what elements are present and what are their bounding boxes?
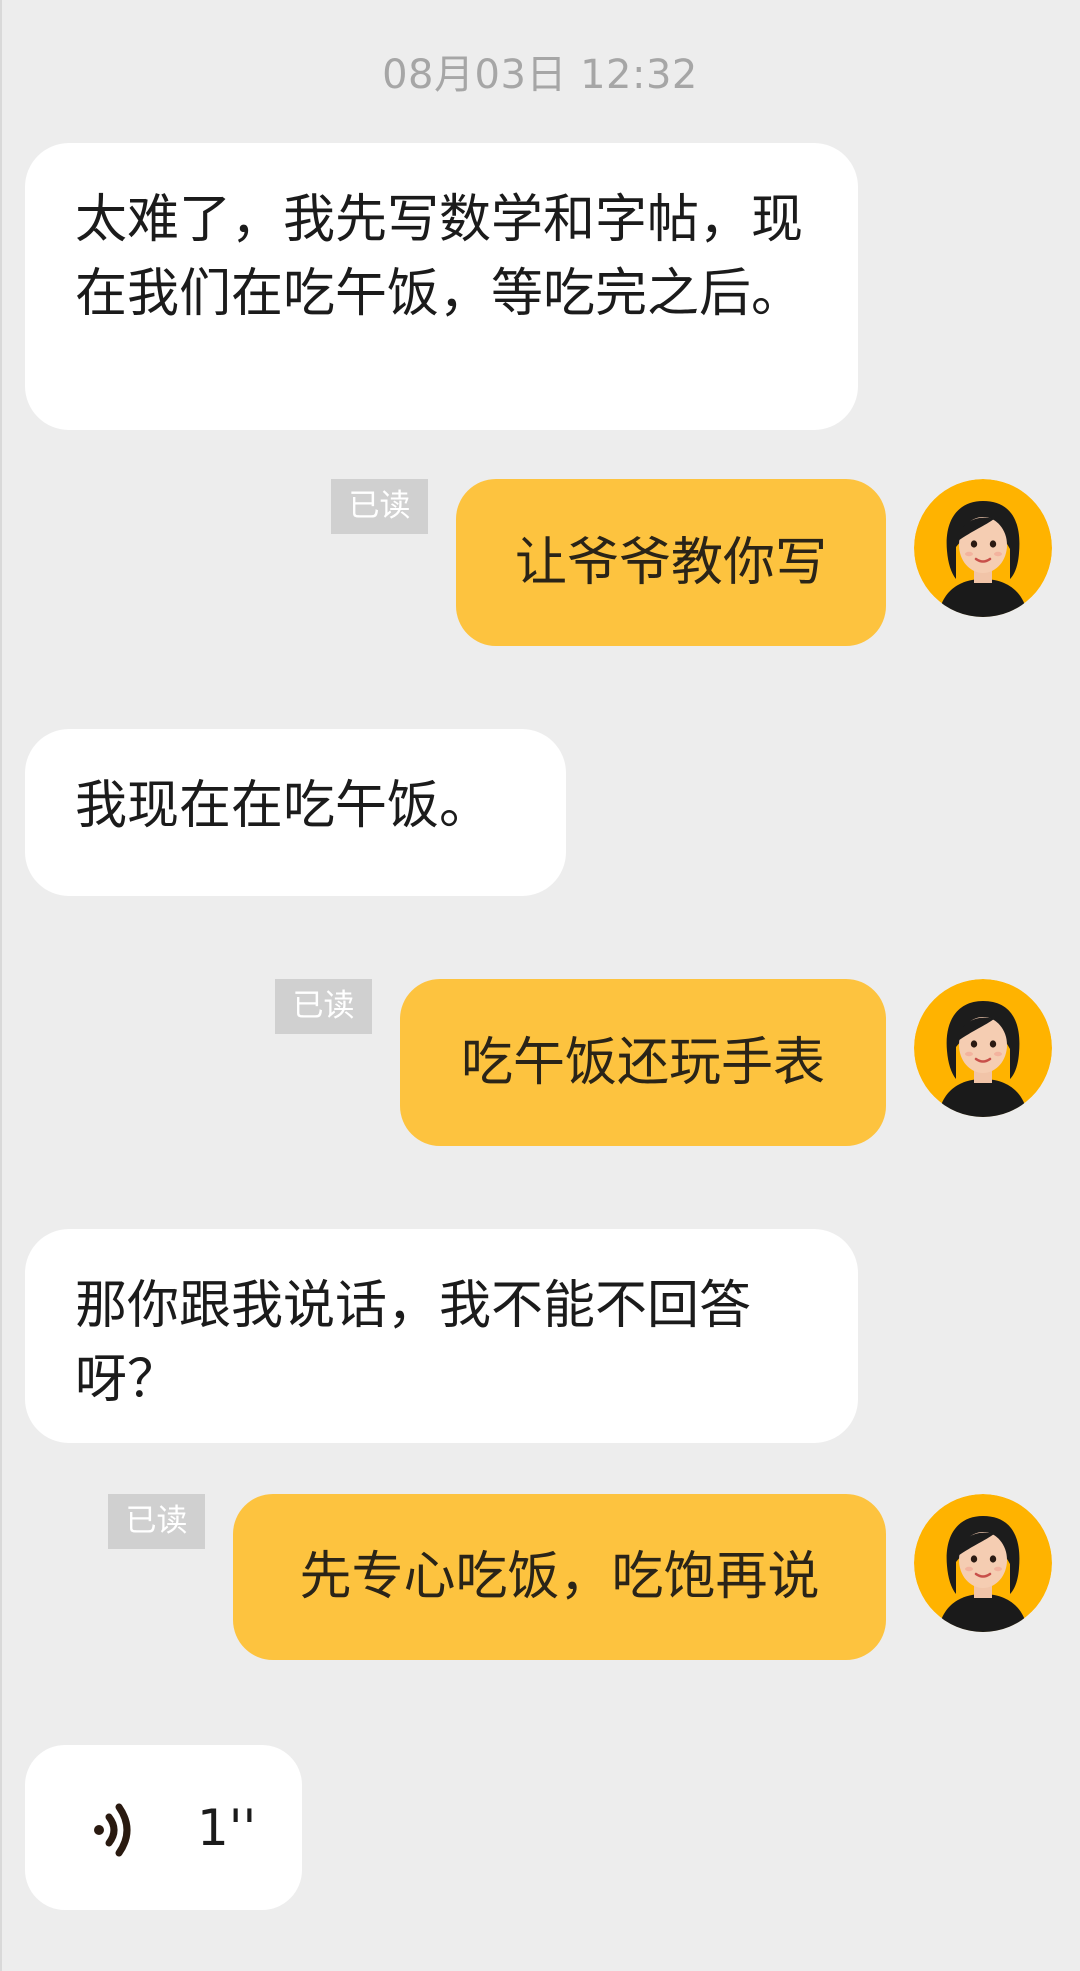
outgoing-message-text: 先专心吃饭，吃饱再说 xyxy=(299,1547,820,1607)
user-avatar[interactable] xyxy=(914,1494,1052,1632)
incoming-message-bubble[interactable]: 我现在在吃午饭。 xyxy=(25,729,566,896)
read-status-tag: 已读 xyxy=(331,479,428,534)
voice-message-bubble[interactable]: 1'' xyxy=(25,1745,302,1910)
read-status-tag: 已读 xyxy=(275,979,372,1034)
message-timestamp: 08月03日 12:32 xyxy=(382,52,698,98)
avatar-portrait-icon xyxy=(914,479,1052,617)
incoming-message-bubble[interactable]: 那你跟我说话，我不能不回答呀？ xyxy=(25,1229,858,1443)
outgoing-message-text: 吃午饭还玩手表 xyxy=(460,1032,825,1093)
incoming-message-bubble[interactable]: 太难了，我先写数学和字帖，现在我们在吃午饭，等吃完之后。 xyxy=(25,143,858,430)
avatar-portrait-icon xyxy=(914,979,1052,1117)
outgoing-message-bubble[interactable]: 让爷爷教你写 xyxy=(456,479,886,646)
avatar-portrait-icon xyxy=(914,1494,1052,1632)
outgoing-message-bubble[interactable]: 先专心吃饭，吃饱再说 xyxy=(233,1494,886,1660)
outgoing-message-bubble[interactable]: 吃午饭还玩手表 xyxy=(400,979,886,1146)
read-status-tag: 已读 xyxy=(108,1494,205,1549)
voice-duration: 1'' xyxy=(197,1799,257,1857)
outgoing-message-text: 让爷爷教你写 xyxy=(514,532,827,593)
left-edge-divider xyxy=(0,0,2,1971)
user-avatar[interactable] xyxy=(914,479,1052,617)
voice-wave-icon xyxy=(94,1803,131,1857)
user-avatar[interactable] xyxy=(914,979,1052,1117)
